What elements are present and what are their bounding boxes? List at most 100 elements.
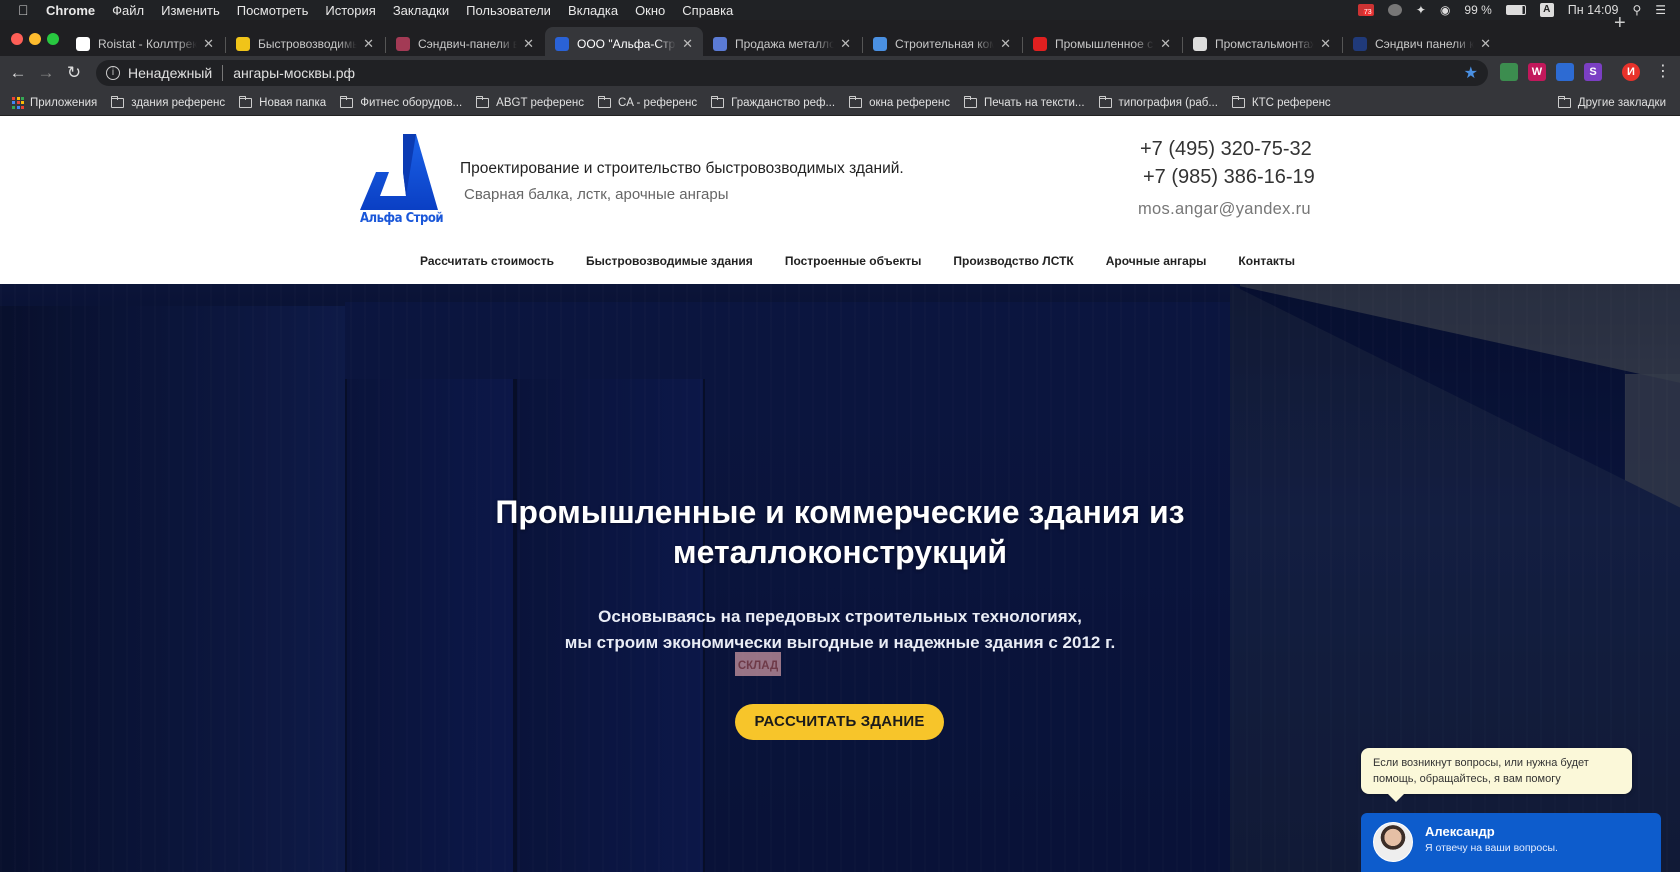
nav-calculate-cost[interactable]: Рассчитать стоимость: [420, 254, 554, 268]
menu-window[interactable]: Окно: [635, 3, 665, 18]
folder-icon: [340, 95, 354, 108]
tab-close-icon[interactable]: ✕: [682, 36, 693, 52]
back-button[interactable]: ←: [8, 63, 28, 83]
nav-arched-hangars[interactable]: Арочные ангары: [1106, 254, 1207, 268]
email-link[interactable]: mos.angar@yandex.ru: [1138, 200, 1311, 219]
nav-built-objects[interactable]: Построенные объекты: [785, 254, 922, 268]
window-zoom-button[interactable]: [47, 33, 59, 45]
wifi-icon[interactable]: ◉: [1440, 3, 1450, 17]
bookmark-label: ABGT референс: [496, 96, 584, 109]
logo-wordmark: Альфа Строй: [360, 211, 444, 226]
alfa-icon: [555, 37, 569, 51]
menu-help[interactable]: Справка: [682, 3, 733, 18]
site-tagline: Проектирование и строительство быстровоз…: [460, 160, 904, 177]
tab-title: Промышленное строительство: [1055, 37, 1154, 51]
battery-icon[interactable]: [1505, 5, 1526, 15]
clock[interactable]: Пн 14:09: [1568, 3, 1619, 17]
tab-close-icon[interactable]: ✕: [1320, 36, 1331, 52]
spotlight-search-icon[interactable]: ⚲: [1632, 3, 1641, 17]
creative-cloud-icon[interactable]: [1387, 4, 1402, 16]
bookmark-folder[interactable]: окна референс: [849, 95, 950, 109]
tab-close-icon[interactable]: ✕: [1000, 36, 1011, 52]
chat-widget[interactable]: Александр Я отвечу на ваши вопросы.: [1361, 813, 1661, 872]
bookmark-label: CA - референс: [618, 96, 698, 109]
window-close-button[interactable]: [11, 33, 23, 45]
bookmark-apps[interactable]: Приложения: [0, 96, 97, 109]
bookmark-folder[interactable]: Фитнес оборудов...: [340, 95, 462, 109]
bookmarks-bar: Приложения здания референс Новая папка Фит…: [0, 90, 1680, 116]
phone-secondary[interactable]: +7 (985) 386-16-19: [1143, 166, 1315, 189]
menu-app-chrome[interactable]: Chrome: [46, 3, 95, 18]
menu-history[interactable]: История: [325, 3, 375, 18]
bookmark-label: окна референс: [869, 96, 950, 109]
ext-translate-icon[interactable]: [1556, 63, 1574, 81]
mail-icon[interactable]: 73: [1357, 4, 1374, 16]
chrome-menu-icon[interactable]: ⋮: [1655, 63, 1671, 81]
calculate-building-button[interactable]: РАССЧИТАТЬ ЗДАНИЕ: [735, 704, 944, 740]
menu-people[interactable]: Пользователи: [466, 3, 551, 18]
info-icon[interactable]: i: [106, 66, 120, 80]
bookmark-folder[interactable]: здания референс: [111, 95, 225, 109]
folder-icon: [476, 95, 490, 108]
nav-prefab-buildings[interactable]: Быстровозводимые здания: [586, 254, 753, 268]
new-tab-button[interactable]: +: [1614, 13, 1626, 33]
bookmark-folder[interactable]: КТС референс: [1231, 95, 1331, 109]
warehouse-sign: СКЛАД: [735, 652, 781, 676]
menu-file[interactable]: Файл: [112, 3, 144, 18]
folder-icon: [963, 95, 977, 108]
battery-percent[interactable]: 99 %: [1464, 3, 1491, 17]
forward-button[interactable]: →: [36, 63, 56, 83]
bookmark-folder[interactable]: CA - референс: [598, 95, 698, 109]
url-text[interactable]: ангары-москвы.рф: [233, 65, 355, 81]
tab-close-icon[interactable]: ✕: [840, 36, 851, 52]
reload-button[interactable]: ↻: [64, 63, 84, 83]
bookmark-label: Новая папка: [259, 96, 327, 109]
bookmark-folder[interactable]: Печать на тексти...: [963, 95, 1085, 109]
tab-close-icon[interactable]: ✕: [363, 36, 374, 52]
phone-primary[interactable]: +7 (495) 320-75-32: [1140, 138, 1312, 161]
ext-s-icon[interactable]: S: [1584, 63, 1602, 81]
menu-bookmarks[interactable]: Закладки: [393, 3, 449, 18]
site-header: Альфа Строй Проектирование и строительст…: [0, 116, 1680, 284]
tab-close-icon[interactable]: ✕: [1480, 36, 1491, 52]
profile-avatar[interactable]: И: [1622, 63, 1640, 81]
sandwich-icon: [1353, 37, 1367, 51]
security-label: Ненадежный: [128, 65, 213, 81]
hero-subtitle-line2: мы строим экономически выгодные и надежн…: [564, 633, 1116, 652]
address-bar[interactable]: i Ненадежный ангары-москвы.рф ★: [96, 60, 1488, 86]
hero-title: Промышленные и коммерческие здания из ме…: [0, 492, 1680, 572]
folder-icon: [1098, 95, 1112, 108]
bookmark-folder[interactable]: Новая папка: [239, 95, 327, 109]
input-source-icon[interactable]: A: [1539, 3, 1554, 17]
apple-icon[interactable]: : [18, 3, 32, 17]
hero-subtitle: Основываясь на передовых строительных те…: [0, 604, 1680, 656]
bookmark-folder[interactable]: ABGT референс: [476, 95, 584, 109]
menu-edit[interactable]: Изменить: [161, 3, 220, 18]
notification-center-icon[interactable]: ☰: [1655, 3, 1666, 17]
roistat-icon: [76, 37, 90, 51]
tab-close-icon[interactable]: ✕: [523, 36, 534, 52]
tab-close-icon[interactable]: ✕: [203, 36, 214, 52]
diamond-icon: [713, 37, 727, 51]
window-minimize-button[interactable]: [29, 33, 41, 45]
chat-prompt-bubble[interactable]: Если возникнут вопросы, или нужна будет …: [1361, 748, 1632, 802]
consultant-subtitle: Я отвечу на ваши вопросы.: [1425, 842, 1558, 854]
bluetooth-icon[interactable]: ✦: [1416, 3, 1426, 17]
tab-title: Промстальмонтаж - Производство: [1215, 37, 1315, 51]
tab-close-icon[interactable]: ✕: [1160, 36, 1171, 52]
bookmark-star-icon[interactable]: ★: [1464, 63, 1478, 83]
hero-title-line2: металлоконструкций: [672, 534, 1008, 570]
bookmark-folder[interactable]: типография (раб...: [1098, 95, 1218, 109]
ext-grid-icon[interactable]: [1500, 63, 1518, 81]
macos-menubar:  Chrome Файл Изменить Посмотреть Истори…: [0, 0, 1680, 20]
bookmark-folder[interactable]: Гражданство реф...: [711, 95, 835, 109]
site-subtagline: Сварная балка, лстк, арочные ангары: [464, 186, 729, 203]
menu-view[interactable]: Посмотреть: [237, 3, 309, 18]
bookmark-label: КТС референс: [1251, 96, 1331, 109]
bookmark-other[interactable]: Другие закладки: [1557, 95, 1666, 109]
ext-w-icon[interactable]: W: [1528, 63, 1546, 81]
menu-tab[interactable]: Вкладка: [568, 3, 618, 18]
nav-contacts[interactable]: Контакты: [1238, 254, 1295, 268]
nav-lstk-production[interactable]: Производство ЛСТК: [953, 254, 1073, 268]
consultant-avatar: [1373, 822, 1413, 862]
